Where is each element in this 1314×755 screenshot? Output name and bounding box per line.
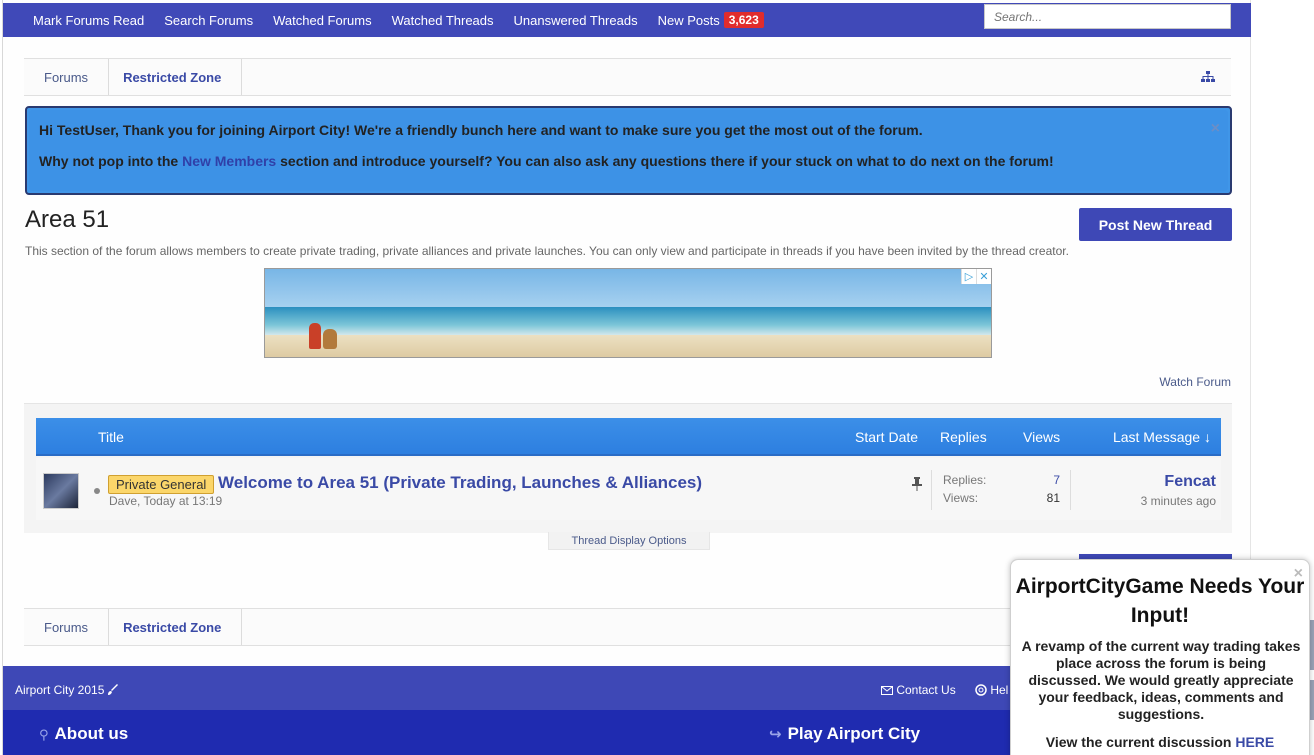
forum-title: Area 51 — [25, 206, 110, 233]
ad-dog-figure — [323, 329, 337, 349]
ad-sand — [265, 335, 991, 357]
top-nav: Mark Forums Read Search Forums Watched F… — [3, 3, 1251, 37]
footer-copyright: Airport City 2015 — [15, 683, 119, 697]
ad-sky — [265, 269, 991, 309]
ad-banner[interactable]: ▷ ✕ — [264, 268, 992, 358]
nav-unanswered-threads[interactable]: Unanswered Threads — [514, 13, 638, 28]
breadcrumb-restricted-zone[interactable]: Restricted Zone — [103, 609, 236, 645]
brush-icon[interactable] — [107, 684, 119, 695]
last-post-user[interactable]: Fencat — [1164, 473, 1216, 491]
notice-line-1: Hi TestUser, Thank you for joining Airpo… — [39, 122, 923, 138]
welcome-notice: Hi TestUser, Thank you for joining Airpo… — [25, 106, 1232, 195]
lifebuoy-icon — [975, 684, 987, 696]
footer-copyright-text: Airport City 2015 — [15, 683, 105, 697]
popup-title: AirportCityGame Needs Your Input! — [1015, 575, 1305, 627]
popup-cta: View the current discussion HERE — [1011, 734, 1309, 750]
nav-search-forums[interactable]: Search Forums — [164, 13, 253, 28]
share-arrow-icon: ↪ — [769, 726, 782, 743]
help-label: Hel — [990, 683, 1009, 697]
nav-mark-forums-read[interactable]: Mark Forums Read — [33, 13, 144, 28]
header-replies[interactable]: Replies — [940, 429, 987, 445]
thread-display-options-toggle[interactable]: Thread Display Options — [548, 532, 710, 550]
ad-controls: ▷ ✕ — [961, 269, 991, 284]
nav-watched-forums[interactable]: Watched Forums — [273, 13, 372, 28]
thread-stats: Replies: 7 Views: 81 — [931, 470, 1071, 510]
ad-child-figure — [309, 323, 321, 349]
new-members-link[interactable]: New Members — [182, 153, 276, 169]
last-post-time[interactable]: 3 minutes ago — [1141, 494, 1216, 508]
thread-list: Title Start Date Replies Views Last Mess… — [24, 403, 1232, 533]
header-last-message[interactable]: Last Message ↓ — [1113, 429, 1211, 445]
map-marker-icon: ⚲ — [39, 727, 49, 742]
ad-sea — [265, 307, 991, 337]
thread-start-date[interactable]: Today at 13:19 — [143, 494, 222, 508]
contact-us-link[interactable]: Contact Us — [881, 683, 956, 697]
watch-forum-link[interactable]: Watch Forum — [1159, 375, 1231, 389]
search-input[interactable] — [984, 4, 1231, 29]
notice-line-2-after: section and introduce yourself? You can … — [276, 153, 1054, 169]
breadcrumb-forums[interactable]: Forums — [24, 59, 103, 95]
notice-line-2: Why not pop into the New Members section… — [39, 153, 1054, 169]
avatar[interactable] — [43, 473, 79, 509]
ad-info-icon[interactable]: ▷ — [961, 269, 976, 284]
popup-body: A revamp of the current way trading take… — [1021, 638, 1301, 722]
replies-label: Replies: — [943, 473, 987, 487]
about-us-label: About us — [54, 724, 129, 743]
breadcrumb: Forums Restricted Zone — [24, 58, 1231, 96]
header-start-date[interactable]: Start Date — [855, 429, 918, 445]
nav-watched-threads[interactable]: Watched Threads — [392, 13, 494, 28]
replies-count[interactable]: 7 — [1053, 473, 1060, 487]
views-label: Views: — [943, 491, 979, 505]
play-airport-city-heading: ↪ Play Airport City — [769, 724, 920, 744]
feedback-popup: × AirportCityGame Needs Your Input! A re… — [1010, 559, 1310, 755]
thread-author[interactable]: Dave — [109, 494, 137, 508]
post-new-thread-button[interactable]: Post New Thread — [1079, 208, 1232, 241]
ad-close-icon[interactable]: ✕ — [976, 269, 991, 284]
thread-meta: Dave, Today at 13:19 — [109, 494, 223, 508]
thread-title-link[interactable]: Welcome to Area 51 (Private Trading, Lau… — [218, 473, 702, 493]
thread-list-header: Title Start Date Replies Views Last Mess… — [36, 418, 1221, 456]
new-posts-label: New Posts — [657, 12, 720, 28]
notice-line-2-before: Why not pop into the — [39, 153, 183, 169]
sitemap-icon[interactable] — [1201, 71, 1215, 83]
about-us-heading: ⚲ About us — [39, 724, 128, 744]
header-views[interactable]: Views — [1023, 429, 1060, 445]
table-row: Private General Welcome to Area 51 (Priv… — [36, 458, 1221, 520]
popup-here-link[interactable]: HERE — [1235, 734, 1274, 750]
notice-close-icon[interactable]: × — [1211, 120, 1220, 138]
breadcrumb-forums[interactable]: Forums — [24, 609, 103, 645]
contact-us-label: Contact Us — [896, 683, 956, 697]
breadcrumb-restricted-zone[interactable]: Restricted Zone — [103, 59, 236, 95]
header-title[interactable]: Title — [98, 429, 124, 445]
unread-dot-icon — [94, 488, 100, 494]
help-link[interactable]: Hel — [975, 683, 1008, 697]
popup-cta-text: View the current discussion — [1045, 734, 1236, 750]
play-airport-city-label[interactable]: Play Airport City — [788, 724, 921, 743]
new-posts-count-badge: 3,623 — [723, 12, 764, 28]
nav-new-posts[interactable]: New Posts 3,623 — [658, 12, 764, 28]
envelope-icon — [881, 686, 893, 695]
forum-description: This section of the forum allows members… — [25, 244, 1069, 258]
sticky-pin-icon — [912, 477, 922, 491]
views-count: 81 — [1046, 491, 1060, 505]
thread-prefix[interactable]: Private General — [108, 475, 215, 494]
